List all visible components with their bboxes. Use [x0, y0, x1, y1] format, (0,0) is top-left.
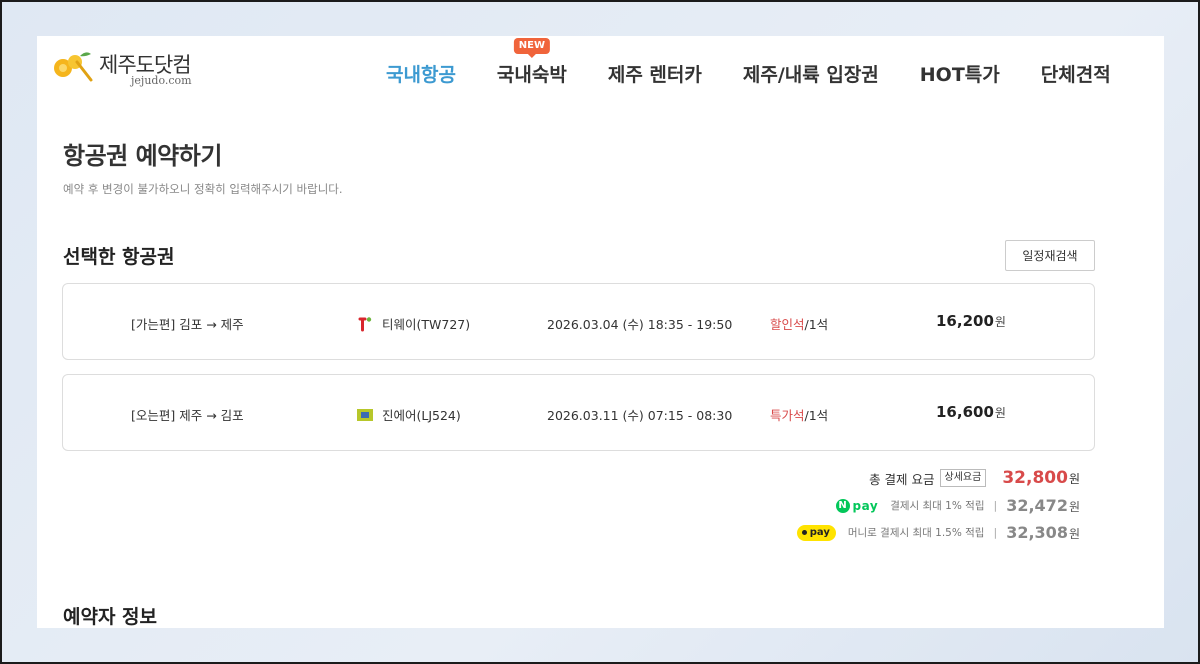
page-container: 제주도닷컴 jejudo.com 국내항공 NEW 국내숙박 제주 렌터카 제주… [37, 36, 1164, 628]
npay-row: N pay 결제시 최대 1% 적립 | 32,472원 [835, 496, 1080, 515]
amount-unit: 원 [1068, 472, 1080, 486]
selected-flights-title: 선택한 항공권 [63, 246, 175, 268]
flight-route: [오는편] 제주 → 김포 [131, 405, 244, 424]
outbound-flight-card: [가는편] 김포 → 제주 티웨이(TW727) 2026.03.04 (수) … [62, 283, 1095, 360]
seat-class: 할인석 [770, 317, 805, 332]
main-nav: 국내항공 NEW 국내숙박 제주 렌터카 제주/내륙 입장권 HOT특가 단체견… [386, 38, 1111, 87]
seat-count: /1석 [804, 317, 829, 332]
nav-item-jeju-rentcar[interactable]: 제주 렌터카 [608, 60, 702, 87]
total-amount-value: 32,800 [1002, 468, 1068, 488]
nav-item-tickets[interactable]: 제주/내륙 입장권 [743, 60, 879, 87]
nav-label: 제주 렌터카 [607, 64, 702, 86]
kakaopay-logo: pay [796, 524, 836, 541]
nav-label: 단체견적 [1040, 64, 1111, 86]
booker-info-title: 예약자 정보 [63, 606, 158, 628]
kakaopay-amount-value: 32,308 [1006, 523, 1068, 542]
flight-direction: [오는편] [131, 408, 176, 423]
npay-logo: N pay [835, 498, 879, 513]
separator: | [993, 499, 998, 512]
tway-logo-icon [358, 316, 372, 331]
flight-datetime: 2026.03.11 (수) 07:15 - 08:30 [547, 408, 733, 423]
flight-seat: 특가석/1석 [770, 405, 828, 424]
flight-route-text: 제주 → 김포 [179, 408, 244, 423]
return-flight-card: [오는편] 제주 → 김포 진에어(LJ524) 2026.03.11 (수) … [62, 374, 1095, 451]
total-label: 총 결제 요금 [869, 471, 935, 487]
npay-note: 결제시 최대 1% 적립 [890, 500, 985, 512]
amount-unit: 원 [1068, 500, 1080, 514]
nav-item-domestic-flights[interactable]: 국내항공 [386, 60, 456, 87]
page-subtitle: 예약 후 변경이 불가하오니 정확히 입력해주시기 바랍니다. [63, 182, 343, 196]
price-detail-button[interactable]: 상세요금 [939, 469, 987, 487]
nav-item-hot-deals[interactable]: HOT특가 [920, 60, 1000, 87]
flight-direction: [가는편] [131, 317, 176, 332]
total-amount: 32,800원 [1002, 468, 1080, 488]
npay-n-icon: N [835, 498, 850, 513]
nav-item-domestic-lodging[interactable]: NEW 국내숙박 [496, 38, 567, 87]
flight-price: 16,200원 [936, 312, 1006, 330]
price-unit: 원 [994, 406, 1006, 420]
flight-datetime: 2026.03.04 (수) 18:35 - 19:50 [547, 317, 733, 332]
nav-label: HOT특가 [919, 64, 1000, 86]
page-title: 항공권 예약하기 [63, 142, 222, 170]
seat-class: 특가석 [770, 408, 805, 423]
amount-unit: 원 [1068, 527, 1080, 541]
seat-count: /1석 [804, 408, 829, 423]
npay-amount: 32,472원 [1006, 496, 1080, 515]
flight-price-value: 16,600 [936, 403, 994, 421]
kakaopay-amount: 32,308원 [1006, 523, 1080, 542]
npay-logo-text: pay [852, 498, 879, 513]
brand-domain: jejudo.com [131, 74, 192, 87]
price-unit: 원 [994, 315, 1006, 329]
jinair-logo-icon [357, 408, 373, 421]
nav-label: 국내항공 [386, 64, 456, 86]
flight-price: 16,600원 [936, 403, 1006, 421]
tangerine-logo-icon [54, 52, 93, 82]
airline-name: 티웨이(TW727) [382, 317, 471, 332]
flight-route-text: 김포 → 제주 [179, 317, 244, 332]
flight-seat: 할인석/1석 [770, 314, 828, 333]
total-price-row: 총 결제 요금 상세요금 32,800원 [869, 468, 1080, 488]
airline-name: 진에어(LJ524) [382, 408, 461, 423]
nav-item-group-quote[interactable]: 단체견적 [1041, 60, 1111, 87]
kakaopay-bubble-icon [801, 530, 807, 535]
nav-label: 국내숙박 [496, 64, 567, 86]
new-badge: NEW [513, 38, 550, 58]
npay-amount-value: 32,472 [1006, 496, 1068, 515]
flight-airline: 티웨이(TW727) [356, 314, 470, 333]
research-schedule-button[interactable]: 일정재검색 [1005, 240, 1095, 271]
flight-route: [가는편] 김포 → 제주 [131, 314, 244, 333]
kakaopay-logo-text: pay [809, 526, 830, 538]
nav-label: 제주/내륙 입장권 [742, 64, 879, 86]
kakaopay-note: 머니로 결제시 최대 1.5% 적립 [847, 527, 985, 539]
site-logo[interactable]: 제주도닷컴 jejudo.com [51, 46, 211, 87]
flight-airline: 진에어(LJ524) [356, 405, 461, 424]
kakaopay-row: pay 머니로 결제시 최대 1.5% 적립 | 32,308원 [796, 523, 1080, 542]
flight-price-value: 16,200 [936, 312, 994, 330]
separator: | [993, 526, 998, 539]
